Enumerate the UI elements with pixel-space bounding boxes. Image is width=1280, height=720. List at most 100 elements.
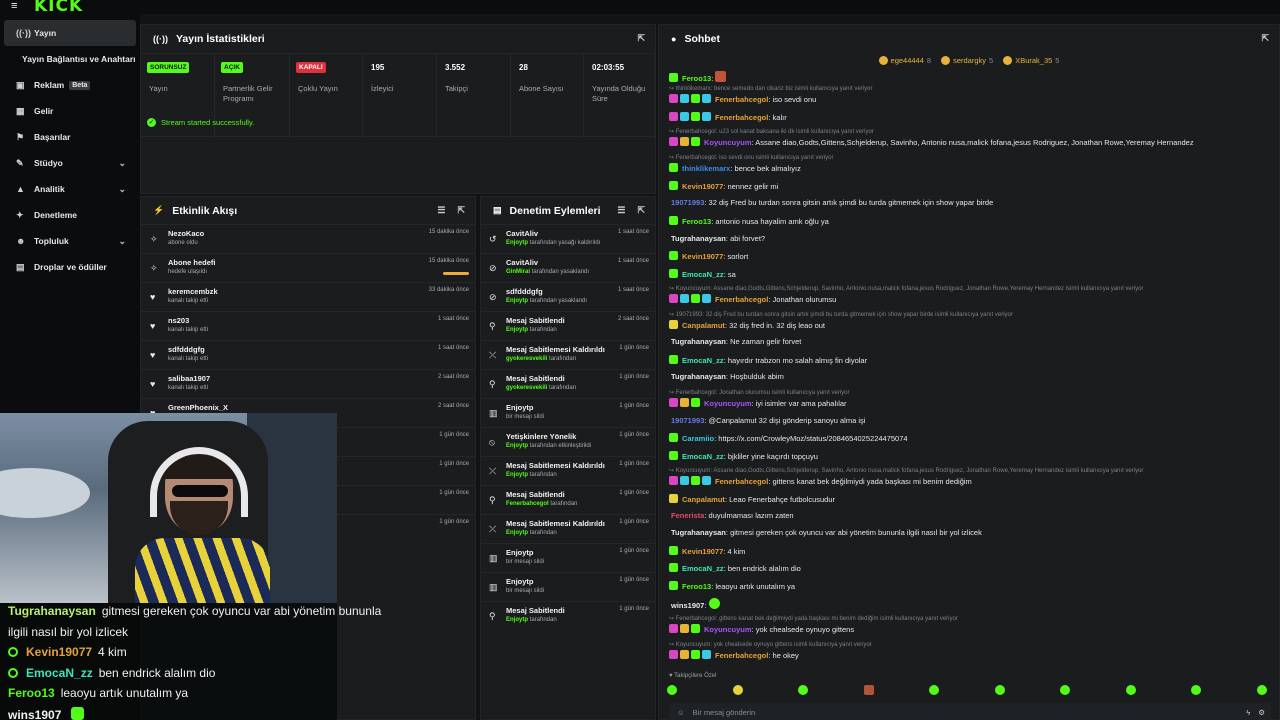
mod-action-item[interactable]: ⚲ Mesaj Sabitlendi Fenerbahcegol tarafında… xyxy=(481,485,655,514)
chat-message[interactable]: Feroo13: antonio nusa hayalim amk oğlu y… xyxy=(669,216,1267,226)
emote-icon[interactable] xyxy=(929,685,940,695)
sidebar-item-7[interactable]: ✦ Denetleme xyxy=(4,202,136,228)
chat-message[interactable]: EmocaN_zz: bjkliler yine kaçırdı topçuyu xyxy=(669,451,1267,461)
chat-username[interactable]: Fenerbahcegol xyxy=(715,477,768,486)
chat-username[interactable]: Feroo13 xyxy=(682,74,711,83)
popout-icon[interactable]: ⇱ xyxy=(457,205,465,216)
mod-action-item[interactable]: ⤫ Mesaj Sabitlemesi Kaldırıldı Enjoytp tar… xyxy=(481,456,655,485)
chat-message[interactable]: Kevin19077: sorlort xyxy=(669,251,1267,261)
emote-icon[interactable] xyxy=(1060,685,1071,695)
chat-message[interactable]: wins1907: xyxy=(669,598,1267,610)
sidebar-item-8[interactable]: ☻ Topluluk ⌄ xyxy=(4,228,136,254)
chat-message[interactable]: Canpalamut: 32 diş fred in. 32 diş leao … xyxy=(669,320,1267,330)
chat-input[interactable]: ☺ Bir mesaj gönderin ϟ ⚙ xyxy=(669,703,1271,720)
chat-username[interactable]: EmocaN_zz xyxy=(682,564,724,573)
sidebar-item-4[interactable]: ⚑ Başarılar xyxy=(4,124,136,150)
bolt-icon[interactable]: ϟ xyxy=(1246,708,1250,717)
chat-message[interactable]: Koyuncuyum: Assane diao,Godts,Gittens,Sc… xyxy=(669,137,1267,147)
chat-message[interactable]: Feroo13: xyxy=(669,71,1267,83)
chat-message[interactable]: Caramiio: https://x.com/CrowleyMoz/statu… xyxy=(669,433,1267,443)
chat-message[interactable]: 19071993: @Canpalamut 32 dişi gönderip s… xyxy=(669,416,1267,425)
chat-username[interactable]: EmocaN_zz xyxy=(682,270,724,279)
chat-message[interactable]: Fenerbahcegol: he okey xyxy=(669,650,1267,660)
chat-message[interactable]: Fenerista: duyulmaması lazım zaten xyxy=(669,511,1267,520)
chat-username[interactable]: Kevin19077 xyxy=(682,252,723,261)
emote-icon[interactable] xyxy=(1256,685,1267,695)
feed-item[interactable]: ♥ ns203 kanalı takip etti 1 saat önce xyxy=(141,311,475,340)
chat-username[interactable]: Canpalamut xyxy=(682,321,725,330)
settings-icon[interactable]: ⚙ xyxy=(1258,708,1265,717)
chat-message[interactable]: 19071993: 32 diş Fred bu turdan sonra gi… xyxy=(669,198,1267,207)
chat-username[interactable]: EmocaN_zz xyxy=(682,452,724,461)
chat-message[interactable]: Kevin19077: nennez gelir mi xyxy=(669,181,1267,191)
feed-item[interactable]: ♥ keremcembzk kanalı takip etti 33 dakika ö… xyxy=(141,282,475,311)
chat-username[interactable]: Tugrahanaysan xyxy=(671,528,726,537)
chat-username[interactable]: Feroo13 xyxy=(682,582,711,591)
chat-username[interactable]: Kevin19077 xyxy=(682,547,723,556)
chat-message[interactable]: Fenerbahcegol: gittens kanat bek değilmi… xyxy=(669,476,1267,486)
chat-message[interactable]: Koyuncuyum: yok chealsede oynuyo gittens xyxy=(669,624,1267,634)
menu-icon[interactable]: ≡ xyxy=(11,1,23,12)
mod-action-item[interactable]: ⚲ Mesaj Sabitlendi Enjoytp tarafından 2 saa… xyxy=(481,311,655,340)
chat-username[interactable]: Tugrahanaysan xyxy=(671,372,726,381)
emote-icon[interactable]: ☺ xyxy=(677,708,685,717)
chat-username[interactable]: thinklikemarx xyxy=(682,164,730,173)
mod-action-item[interactable]: ▥ Enjoytp bir mesajı sildi 1 gün önce xyxy=(481,398,655,427)
popout-icon[interactable]: ⇱ xyxy=(637,33,645,44)
chat-message[interactable]: thinklikemarx: bence bek almalıyız xyxy=(669,163,1267,173)
feed-item[interactable]: ✧ NezoKaco abone oldu 15 dakika önce xyxy=(141,224,475,253)
mod-action-item[interactable]: ⤫ Mesaj Sabitlemesi Kaldırıldı gyokeresvek… xyxy=(481,340,655,369)
sidebar-item-0[interactable]: ((·)) Yayın xyxy=(4,20,136,46)
chat-message[interactable]: Kevin19077: 4 kim xyxy=(669,546,1267,556)
chat-message[interactable]: Fenerbahcegol: iso sevdi onu xyxy=(669,94,1267,104)
emote-icon[interactable] xyxy=(1125,685,1136,695)
filter-icon[interactable]: ☰ xyxy=(617,205,625,216)
mod-action-item[interactable]: ⊘ CavitAliv GinMirai tarafından yasaklandı… xyxy=(481,253,655,282)
chat-username[interactable]: Caramiio xyxy=(682,434,714,443)
mod-action-item[interactable]: ⚲ Mesaj Sabitlendi gyokeresvekili tarafınd… xyxy=(481,369,655,398)
chat-username[interactable]: Tugrahanaysan xyxy=(671,337,726,346)
emote-icon[interactable] xyxy=(732,685,743,695)
emote-icon[interactable] xyxy=(667,685,677,695)
chat-username[interactable]: 19071993 xyxy=(671,416,704,425)
sidebar-item-9[interactable]: ▤ Droplar ve ödüller xyxy=(4,254,136,280)
popout-icon[interactable]: ⇱ xyxy=(637,205,645,216)
chat-username[interactable]: Fenerista xyxy=(671,511,704,520)
chevron-down-icon[interactable]: ⌄ xyxy=(118,158,126,169)
chat-message[interactable]: Tugrahanaysan: Ne zaman gelir forvet xyxy=(669,337,1267,346)
chat-message[interactable]: Koyuncuyum: iyi isimler var ama pahalıla… xyxy=(669,398,1267,408)
chat-username[interactable]: Koyuncuyum xyxy=(704,625,752,634)
chat-message[interactable]: Fenerbahcegol: kalır xyxy=(669,112,1267,122)
chat-message[interactable]: Tugrahanaysan: Hoşbulduk abim xyxy=(669,372,1267,381)
chat-username[interactable]: EmocaN_zz xyxy=(682,356,724,365)
chat-username[interactable]: Koyuncuyum xyxy=(704,138,752,147)
chat-message[interactable]: Tugrahanaysan: abi forvet? xyxy=(669,234,1267,243)
chat-username[interactable]: Fenerbahcegol xyxy=(715,95,768,104)
sidebar-item-5[interactable]: ✎ Stüdyo ⌄ xyxy=(4,150,136,176)
chat-username[interactable]: Fenerbahcegol xyxy=(715,295,768,304)
chevron-down-icon[interactable]: ⌄ xyxy=(118,236,126,247)
emote-icon[interactable] xyxy=(1191,685,1202,695)
chat-username[interactable]: Fenerbahcegol xyxy=(715,113,768,122)
gifter[interactable]: XBurak_35 5 xyxy=(1003,53,1059,68)
feed-item[interactable]: ✧ Abone hedefi hedefe ulaşıldı 15 dakika ön… xyxy=(141,253,475,282)
chat-message[interactable]: Canpalamut: Leao Fenerbahçe futbolcusudu… xyxy=(669,494,1267,504)
popout-icon[interactable]: ⇱ xyxy=(1261,33,1269,44)
emote-icon[interactable] xyxy=(994,685,1005,695)
chat-username[interactable]: 19071993 xyxy=(671,198,704,207)
gifter[interactable]: ege44444 8 xyxy=(878,53,931,68)
chat-message[interactable]: EmocaN_zz: sa xyxy=(669,269,1267,279)
mod-action-item[interactable]: ⊘ sdfdddgfg Enjoytp tarafından yasaklandı 1… xyxy=(481,282,655,311)
chevron-down-icon[interactable]: ⌄ xyxy=(118,184,126,195)
sidebar-item-1[interactable]: Yayın Bağlantısı ve Anahtarı xyxy=(4,46,136,72)
mod-action-item[interactable]: ⦸ Yetişkinlere Yönelik Enjoytp tarafından … xyxy=(481,427,655,456)
sidebar-item-3[interactable]: ▦ Gelir xyxy=(4,98,136,124)
chat-username[interactable]: Tugrahanaysan xyxy=(671,234,726,243)
chat-message[interactable]: EmocaN_zz: hayırdır trabzon mo salah alm… xyxy=(669,355,1267,365)
chat-username[interactable]: Feroo13 xyxy=(682,217,711,226)
chat-message[interactable]: Fenerbahcegol: Jonathan olurumsu xyxy=(669,294,1267,304)
gifter[interactable]: serdargky 5 xyxy=(941,53,993,68)
chat-message[interactable]: Tugrahanaysan: gitmesi gereken çok oyunc… xyxy=(669,528,1267,537)
chat-message[interactable]: Feroo13: leaoyu artık unutalım ya xyxy=(669,581,1267,591)
chat-username[interactable]: Koyuncuyum xyxy=(704,399,752,408)
